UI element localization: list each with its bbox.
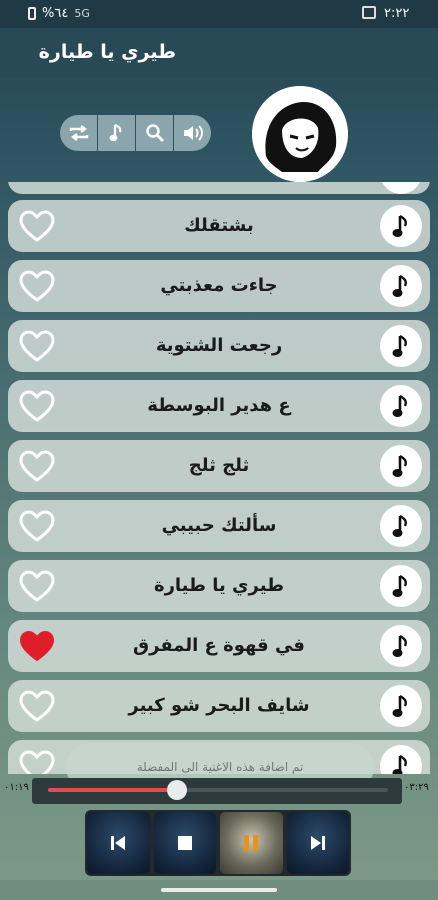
list-item[interactable]: سألتك حبيبي bbox=[8, 500, 430, 552]
heart-icon[interactable] bbox=[18, 269, 56, 303]
song-title: رجعت الشتوية bbox=[155, 335, 283, 356]
stop-icon bbox=[177, 836, 192, 850]
song-title: ع هدير البوسطة bbox=[147, 395, 291, 416]
song-title: شايف البحر شو كبير bbox=[128, 695, 310, 716]
seek-progress bbox=[48, 788, 178, 792]
music-note-icon[interactable] bbox=[380, 745, 422, 774]
seek-slider[interactable] bbox=[48, 780, 388, 800]
music-note-icon bbox=[380, 182, 422, 194]
list-item[interactable]: ثلج ثلج bbox=[8, 440, 430, 492]
music-note-icon[interactable] bbox=[380, 685, 422, 727]
heart-icon[interactable] bbox=[18, 569, 56, 603]
list-item[interactable]: في قهوة ع المفرق bbox=[8, 620, 430, 672]
volume-button[interactable] bbox=[174, 115, 211, 151]
list-item[interactable]: بشتقلك bbox=[8, 200, 430, 252]
battery-icon bbox=[28, 7, 36, 20]
repeat-button[interactable] bbox=[60, 115, 97, 151]
heart-filled-icon[interactable] bbox=[18, 629, 56, 663]
notification-icon bbox=[362, 6, 376, 19]
list-item-partial[interactable] bbox=[8, 182, 430, 194]
pause-button[interactable] bbox=[220, 812, 283, 874]
song-title: طيري يا طيارة bbox=[153, 575, 285, 596]
list-item[interactable]: رجعت الشتوية bbox=[8, 320, 430, 372]
music-note-icon[interactable] bbox=[380, 445, 422, 487]
skip-next-icon bbox=[310, 836, 325, 850]
album-art bbox=[252, 86, 348, 182]
page-title: طيري يا طيارة bbox=[38, 41, 176, 63]
music-note-icon[interactable] bbox=[380, 265, 422, 307]
repeat-icon bbox=[69, 125, 88, 141]
music-note-icon[interactable] bbox=[380, 205, 422, 247]
heart-icon[interactable] bbox=[18, 449, 56, 483]
system-indicators: %٦٤ 5G bbox=[28, 6, 90, 21]
app-header: طيري يا طيارة bbox=[0, 28, 438, 78]
status-bar: %٦٤ 5G ٢:٢٢ bbox=[0, 0, 438, 28]
list-item[interactable]: طيري يا طيارة bbox=[8, 560, 430, 612]
song-list: بشتقلك جاءت معذبتي رجعت الشتوية ع هدير البو… bbox=[8, 182, 430, 774]
music-note-icon[interactable] bbox=[380, 625, 422, 667]
player-bar: ٠١:١٩ ٠٣:٢٩ bbox=[0, 776, 438, 880]
search-icon bbox=[145, 124, 164, 142]
music-note-icon[interactable] bbox=[380, 505, 422, 547]
heart-icon[interactable] bbox=[18, 329, 56, 363]
music-note-icon[interactable] bbox=[380, 325, 422, 367]
previous-button[interactable] bbox=[87, 812, 150, 874]
pause-icon bbox=[244, 835, 259, 851]
playlist-button[interactable] bbox=[98, 115, 135, 151]
clock: ٢:٢٢ bbox=[384, 6, 410, 21]
toolbar bbox=[60, 115, 211, 151]
list-item[interactable]: جاءت معذبتي bbox=[8, 260, 430, 312]
system-nav-bar bbox=[0, 880, 438, 900]
battery-level: %٦٤ bbox=[42, 6, 69, 21]
stop-button[interactable] bbox=[153, 812, 216, 874]
song-title: جاءت معذبتي bbox=[160, 275, 278, 296]
heart-icon[interactable] bbox=[18, 389, 56, 423]
song-title: ثلج ثلج bbox=[188, 455, 250, 476]
list-item[interactable]: شايف البحر شو كبير bbox=[8, 680, 430, 732]
playback-controls bbox=[85, 810, 351, 876]
elapsed-time: ٠١:١٩ bbox=[4, 782, 29, 793]
total-time: ٠٣:٢٩ bbox=[404, 782, 429, 793]
list-item[interactable]: ع هدير البوسطة bbox=[8, 380, 430, 432]
heart-icon[interactable] bbox=[18, 749, 56, 774]
heart-icon[interactable] bbox=[18, 689, 56, 723]
song-title: في قهوة ع المفرق bbox=[133, 635, 305, 656]
music-note-icon bbox=[109, 124, 121, 142]
skip-previous-icon bbox=[111, 836, 126, 850]
music-note-icon[interactable] bbox=[380, 565, 422, 607]
heart-icon[interactable] bbox=[18, 509, 56, 543]
song-title: سألتك حبيبي bbox=[161, 515, 277, 536]
song-title: بشتقلك bbox=[184, 215, 254, 236]
volume-icon bbox=[183, 125, 203, 141]
music-note-icon[interactable] bbox=[380, 385, 422, 427]
home-indicator[interactable] bbox=[161, 888, 277, 892]
search-button[interactable] bbox=[136, 115, 173, 151]
signal-indicator: 5G bbox=[74, 7, 90, 20]
next-button[interactable] bbox=[286, 812, 349, 874]
heart-icon[interactable] bbox=[18, 209, 56, 243]
